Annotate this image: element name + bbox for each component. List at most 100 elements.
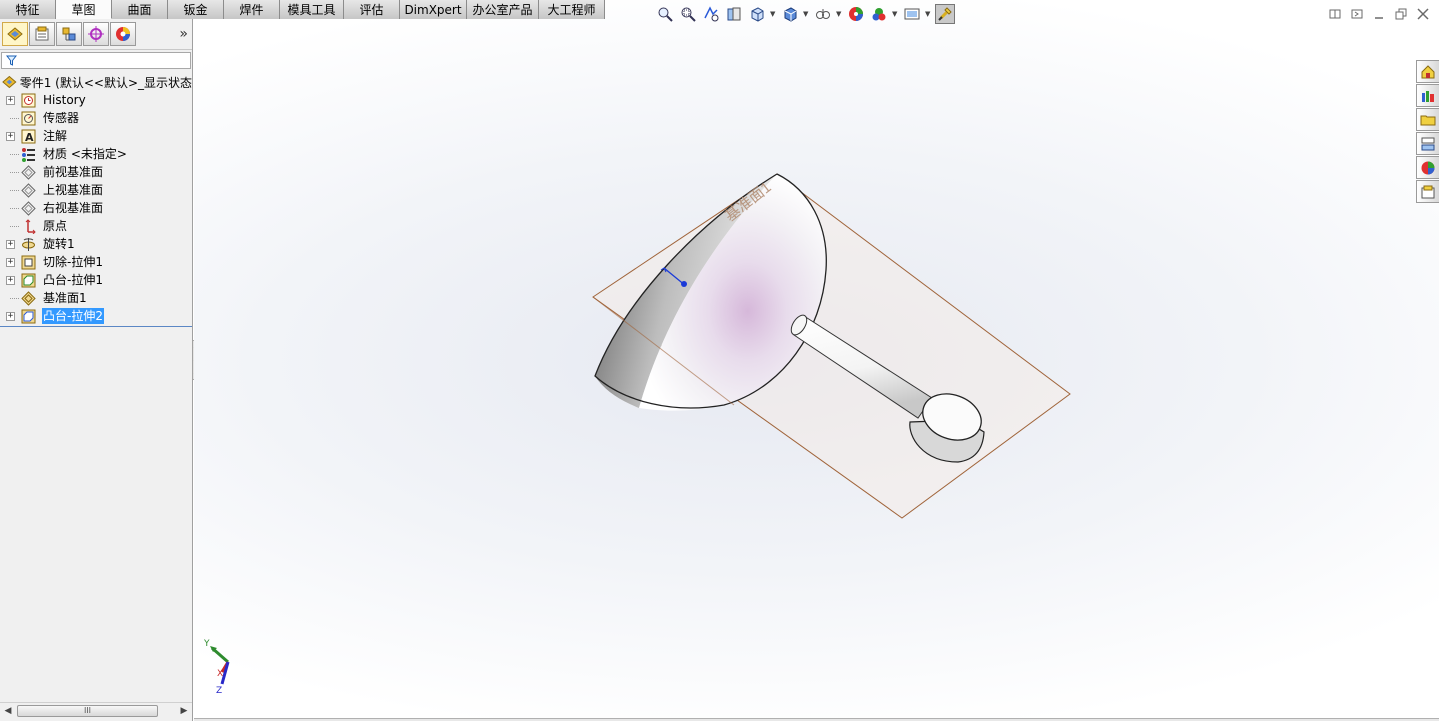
plane-icon — [20, 182, 36, 198]
previous-view-icon[interactable] — [701, 4, 721, 24]
tab-sheet-metal[interactable]: 钣金 — [168, 0, 224, 19]
tab-dimxpert[interactable]: DimXpert — [400, 0, 467, 19]
featuremanager-tree-icon[interactable] — [2, 22, 28, 46]
scroll-left-icon[interactable]: ◀ — [2, 705, 14, 717]
reference-triad: Y X Z — [203, 639, 230, 696]
chevron-down-icon[interactable]: ▼ — [836, 10, 843, 18]
tree-node-boss-extrude2[interactable]: + 凸台-拉伸2 — [0, 307, 192, 325]
appearances-icon[interactable] — [1416, 156, 1439, 179]
tab-weldments[interactable]: 焊件 — [224, 0, 280, 19]
section-view-icon[interactable] — [724, 4, 744, 24]
tree-node-label: 前视基准面 — [43, 165, 104, 179]
hide-show-items-icon[interactable] — [813, 4, 833, 24]
tree-filter-field[interactable] — [1, 52, 191, 69]
boss-extrude-icon — [20, 308, 36, 324]
tree-node-top-plane[interactable]: 上视基准面 — [0, 181, 192, 199]
view-palette-icon[interactable] — [1416, 132, 1439, 155]
scroll-right-icon[interactable]: ▶ — [178, 705, 190, 717]
scroll-thumb[interactable]: III — [17, 705, 158, 717]
tree-node-label: 凸台-拉伸1 — [43, 273, 103, 287]
apply-scene-icon[interactable] — [869, 4, 889, 24]
plane-icon — [20, 164, 36, 180]
chevron-down-icon[interactable]: ▼ — [892, 10, 899, 18]
dimxpertmanager-icon[interactable] — [83, 22, 109, 46]
chevron-down-icon[interactable]: ▼ — [925, 10, 932, 18]
document-window-controls — [1327, 6, 1431, 22]
solidworks-resources-icon[interactable] — [1416, 60, 1439, 83]
plane-icon — [20, 290, 36, 306]
view-orientation-icon[interactable] — [747, 4, 767, 24]
file-explorer-icon[interactable] — [1416, 108, 1439, 131]
tree-node-plane1[interactable]: 基准面1 — [0, 289, 192, 307]
tree-node-label: 旋转1 — [43, 237, 75, 251]
boss-extrude-icon — [20, 272, 36, 288]
heads-up-view-toolbar: ▼ ▼ ▼ ▼ ▼ — [655, 2, 955, 26]
annotation-icon: A — [20, 128, 36, 144]
tree-node-boss-extrude1[interactable]: + 凸台-拉伸1 — [0, 271, 192, 289]
tree-node-label: History — [43, 93, 86, 107]
tree-node-revolve1[interactable]: + 旋转1 — [0, 235, 192, 253]
selection-point — [681, 281, 687, 287]
more-tabs-icon[interactable]: » — [179, 26, 188, 42]
minimize-icon[interactable] — [1371, 6, 1387, 22]
zoom-to-area-icon[interactable] — [678, 4, 698, 24]
expand-icon[interactable]: + — [6, 258, 15, 267]
tree-node-label: 右视基准面 — [43, 201, 104, 215]
close-icon[interactable] — [1415, 6, 1431, 22]
tree-node-label: 原点 — [43, 219, 68, 233]
maximize-icon[interactable] — [1393, 6, 1409, 22]
edit-appearance-icon[interactable] — [846, 4, 866, 24]
tree-node-material[interactable]: 材质 <未指定> — [0, 145, 192, 163]
displaymanager-icon[interactable] — [110, 22, 136, 46]
expand-icon[interactable]: + — [6, 276, 15, 285]
tree-node-cut-extrude1[interactable]: + 切除-拉伸1 — [0, 253, 192, 271]
tree-node-label: 上视基准面 — [43, 183, 104, 197]
tab-evaluate[interactable]: 评估 — [344, 0, 400, 19]
material-icon — [20, 146, 36, 162]
tile-icon[interactable] — [1349, 6, 1365, 22]
rebuild-icon[interactable] — [935, 4, 955, 24]
tree-node-label: 切除-拉伸1 — [43, 255, 103, 269]
tree-node-front-plane[interactable]: 前视基准面 — [0, 163, 192, 181]
solidworks-window: 特征 草图 曲面 钣金 焊件 模具工具 评估 DimXpert 办公室产品 大工… — [0, 0, 1439, 721]
tree-node-history[interactable]: + History — [0, 91, 192, 109]
tab-surfaces[interactable]: 曲面 — [112, 0, 168, 19]
tree-horizontal-scrollbar[interactable]: ◀ III ▶ — [0, 702, 192, 719]
custom-properties-icon[interactable] — [1416, 180, 1439, 203]
chevron-down-icon[interactable]: ▼ — [770, 10, 777, 18]
zoom-to-fit-icon[interactable] — [655, 4, 675, 24]
tree-node-origin[interactable]: 原点 — [0, 217, 192, 235]
origin-icon — [20, 218, 36, 234]
tree-node-label: 注解 — [43, 129, 68, 143]
tab-mold-tools[interactable]: 模具工具 — [280, 0, 344, 19]
tree-node-label: 材质 <未指定> — [43, 147, 127, 161]
3d-model-view[interactable]: 基准面1 — [194, 0, 1439, 721]
task-pane-tabs — [1416, 60, 1439, 204]
expand-icon[interactable]: + — [6, 132, 15, 141]
design-library-icon[interactable] — [1416, 84, 1439, 107]
expand-icon[interactable]: + — [6, 312, 15, 321]
cut-extrude-icon — [20, 254, 36, 270]
tree-node-label: 基准面1 — [43, 291, 87, 305]
expand-icon[interactable]: + — [6, 240, 15, 249]
tree-node-right-plane[interactable]: 右视基准面 — [0, 199, 192, 217]
tab-engineer[interactable]: 大工程师 — [539, 0, 605, 19]
tree-node-sensors[interactable]: 传感器 — [0, 109, 192, 127]
display-style-icon[interactable] — [780, 4, 800, 24]
tree-node-annotations[interactable]: + A 注解 — [0, 127, 192, 145]
rollback-bar[interactable] — [0, 326, 192, 328]
chevron-down-icon[interactable]: ▼ — [803, 10, 810, 18]
tab-sketch[interactable]: 草图 — [56, 0, 112, 19]
configurationmanager-icon[interactable] — [56, 22, 82, 46]
svg-text:A: A — [25, 131, 34, 144]
view-settings-icon[interactable] — [902, 4, 922, 24]
feature-tree: 零件1 (默认<<默认>_显示状态 + History 传感器 + A 注解 材… — [0, 73, 192, 328]
restore-icon[interactable] — [1327, 6, 1343, 22]
graphics-area[interactable]: 基准面1 ▼ ▼ ▼ ▼ ▼ Y X Z — [194, 0, 1439, 721]
tab-features[interactable]: 特征 — [0, 0, 56, 19]
part-root-node[interactable]: 零件1 (默认<<默认>_显示状态 — [0, 73, 192, 91]
expand-icon[interactable]: + — [6, 96, 15, 105]
tree-node-label: 传感器 — [43, 111, 80, 125]
propertymanager-icon[interactable] — [29, 22, 55, 46]
tab-office-products[interactable]: 办公室产品 — [467, 0, 539, 19]
